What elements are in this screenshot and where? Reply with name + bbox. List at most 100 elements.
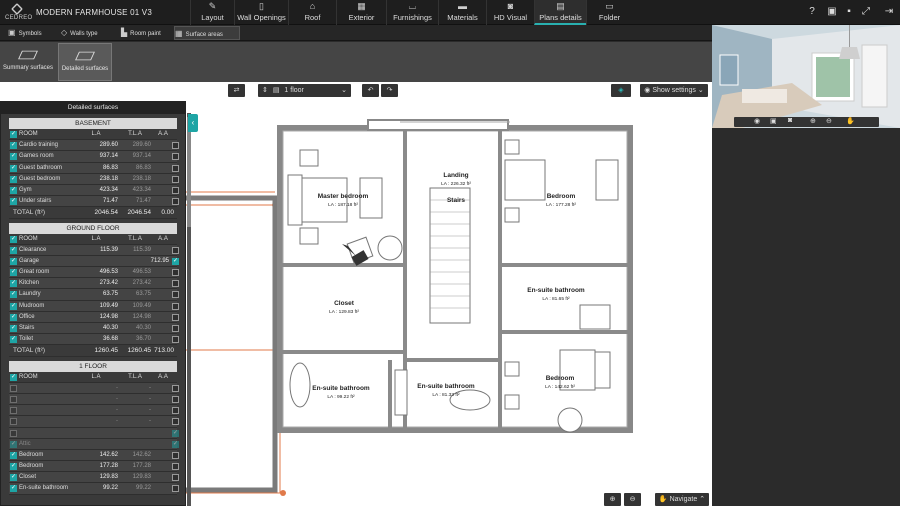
chat-icon[interactable]: ▣ bbox=[826, 6, 838, 18]
room-checkbox[interactable] bbox=[10, 278, 17, 289]
room-checkbox[interactable] bbox=[10, 312, 17, 323]
aa-checkbox[interactable] bbox=[172, 451, 179, 459]
room-checkbox[interactable] bbox=[10, 472, 17, 483]
undo-button[interactable]: ↶ bbox=[362, 84, 379, 97]
aa-checkbox[interactable] bbox=[172, 313, 179, 321]
room-checkbox[interactable] bbox=[10, 140, 17, 151]
aa-checkbox[interactable] bbox=[172, 302, 179, 310]
camera-icon[interactable]: ◙ bbox=[788, 117, 792, 124]
nav-tab-furnishings[interactable]: ⌴ Furnishings bbox=[386, 0, 438, 25]
zoom-in-icon[interactable]: ⊕ bbox=[810, 117, 816, 125]
aa-checkbox[interactable] bbox=[172, 175, 179, 183]
logout-icon[interactable]: ⇥ bbox=[883, 6, 895, 18]
aa-checkbox[interactable] bbox=[172, 428, 179, 439]
guide-point[interactable] bbox=[280, 490, 286, 496]
aa-checkbox[interactable] bbox=[172, 291, 179, 299]
nav-tab-wall-openings[interactable]: ▯ Wall Openings bbox=[234, 0, 288, 25]
room-checkbox[interactable] bbox=[10, 185, 17, 196]
room-checkbox[interactable] bbox=[10, 196, 17, 207]
room-checkbox[interactable] bbox=[10, 267, 17, 278]
room-checkbox[interactable] bbox=[10, 418, 17, 426]
select-all-checkbox[interactable] bbox=[10, 372, 17, 383]
room-area: LA : 99.22 ft² bbox=[327, 394, 355, 400]
collapse-panel-button[interactable]: ‹ bbox=[188, 114, 198, 132]
zoom-out-icon[interactable]: ⊖ bbox=[826, 117, 832, 125]
aa-checkbox[interactable] bbox=[172, 256, 179, 267]
detailed-surfaces-button[interactable]: Detailed surfaces bbox=[58, 43, 112, 81]
chevron-down-icon: ⌄ bbox=[697, 87, 704, 94]
room-checkbox[interactable] bbox=[10, 384, 17, 392]
capture-icon[interactable]: ▣ bbox=[770, 117, 777, 125]
aa-checkbox[interactable] bbox=[172, 395, 179, 403]
room-checkbox[interactable] bbox=[10, 301, 17, 312]
room-checkbox[interactable] bbox=[10, 174, 17, 185]
aa-checkbox[interactable] bbox=[172, 269, 179, 277]
hand-icon[interactable]: ✋ bbox=[846, 117, 855, 125]
aa-checkbox[interactable] bbox=[172, 463, 179, 471]
swap-floors-button[interactable]: ⇄ bbox=[228, 84, 245, 97]
cedreo-logo[interactable]: CEDREO bbox=[5, 3, 32, 23]
room-checkbox[interactable] bbox=[10, 461, 17, 472]
aa-checkbox[interactable] bbox=[172, 153, 179, 161]
select-all-checkbox[interactable] bbox=[10, 129, 17, 140]
aa-checkbox[interactable] bbox=[172, 474, 179, 482]
nav-tab-plans-details[interactable]: ▤ Plans details bbox=[534, 0, 586, 25]
aa-checkbox[interactable] bbox=[172, 407, 179, 415]
aa-checkbox[interactable] bbox=[172, 246, 179, 254]
nav-tab-hd-visual[interactable]: ◙ HD Visual bbox=[486, 0, 534, 25]
room-area: LA : 187.18 ft² bbox=[328, 202, 358, 208]
nav-tab-exterior[interactable]: ▦ Exterior bbox=[336, 0, 386, 25]
scrollbar-thumb[interactable] bbox=[187, 117, 191, 227]
3d-view-button[interactable]: ◈ bbox=[611, 84, 631, 97]
aa-checkbox[interactable] bbox=[172, 325, 179, 332]
aa-checkbox[interactable] bbox=[172, 164, 179, 172]
room-checkbox[interactable] bbox=[10, 245, 17, 256]
subtab-surface-areas[interactable]: ▦ Surface areas bbox=[174, 26, 240, 40]
aa-checkbox[interactable] bbox=[172, 186, 179, 194]
room-checkbox[interactable] bbox=[10, 151, 17, 162]
redo-button[interactable]: ↷ bbox=[381, 84, 398, 97]
room-checkbox[interactable] bbox=[10, 323, 17, 334]
subtab-walls-type[interactable]: ◇ Walls type bbox=[61, 26, 109, 40]
summary-surfaces-button[interactable]: Summary surfaces bbox=[3, 43, 53, 81]
save-icon[interactable]: ▪ bbox=[843, 6, 855, 18]
room-checkbox[interactable] bbox=[10, 289, 17, 300]
nav-tab-roof[interactable]: ⌂ Roof bbox=[288, 0, 336, 25]
room-checkbox[interactable] bbox=[10, 163, 17, 174]
nav-tab-folder[interactable]: ▭ Folder bbox=[586, 0, 632, 25]
aa-checkbox[interactable] bbox=[172, 439, 179, 450]
aa-checkbox[interactable] bbox=[172, 280, 179, 288]
3d-preview[interactable]: ◉ ▣ ◙ ⊕ ⊖ ✋ bbox=[712, 25, 900, 128]
panel-scrollbar[interactable] bbox=[187, 113, 191, 506]
navigate-button[interactable]: ✋ Navigate ⌃ bbox=[655, 493, 709, 506]
room-checkbox[interactable] bbox=[10, 334, 17, 345]
aa-checkbox[interactable] bbox=[172, 485, 179, 493]
floor-select[interactable]: ⇕ ▤ 1 floor ⌄ bbox=[258, 84, 351, 97]
subtab-symbols[interactable]: ▣ Symbols bbox=[8, 26, 50, 40]
mode-bar: Summary surfaces Detailed surfaces bbox=[0, 42, 712, 82]
room-checkbox[interactable] bbox=[10, 450, 17, 461]
room-checkbox[interactable] bbox=[10, 395, 17, 403]
aa-checkbox[interactable] bbox=[172, 418, 179, 426]
aa-checkbox[interactable] bbox=[172, 336, 179, 344]
nav-tab-layout[interactable]: ✎ Layout bbox=[190, 0, 234, 25]
detailed-surfaces-panel: Detailed surfaces BASEMENT ROOML.AT.L.AA… bbox=[0, 101, 186, 506]
show-settings-button[interactable]: ◉ Show settings ⌄ bbox=[640, 84, 708, 97]
table-row: Gym423.34423.34 bbox=[9, 184, 179, 197]
zoom-out-button[interactable]: ⊖ bbox=[624, 493, 641, 506]
subtab-room-paint[interactable]: ▙ Room paint bbox=[121, 26, 169, 40]
aa-checkbox[interactable] bbox=[172, 384, 179, 392]
fullscreen-icon[interactable]: ⤢ bbox=[860, 6, 872, 18]
room-checkbox[interactable] bbox=[10, 407, 17, 415]
eye-icon[interactable]: ◉ bbox=[754, 117, 760, 125]
room-checkbox[interactable] bbox=[10, 429, 17, 437]
nav-tab-materials[interactable]: ▬ Materials bbox=[438, 0, 486, 25]
select-all-checkbox[interactable] bbox=[10, 234, 17, 245]
zoom-in-button[interactable]: ⊕ bbox=[604, 493, 621, 506]
room-checkbox[interactable] bbox=[10, 439, 17, 450]
help-icon[interactable]: ? bbox=[806, 6, 818, 18]
room-checkbox[interactable] bbox=[10, 483, 17, 494]
aa-checkbox[interactable] bbox=[172, 142, 179, 150]
room-checkbox[interactable] bbox=[10, 256, 17, 267]
aa-checkbox[interactable] bbox=[172, 198, 179, 206]
